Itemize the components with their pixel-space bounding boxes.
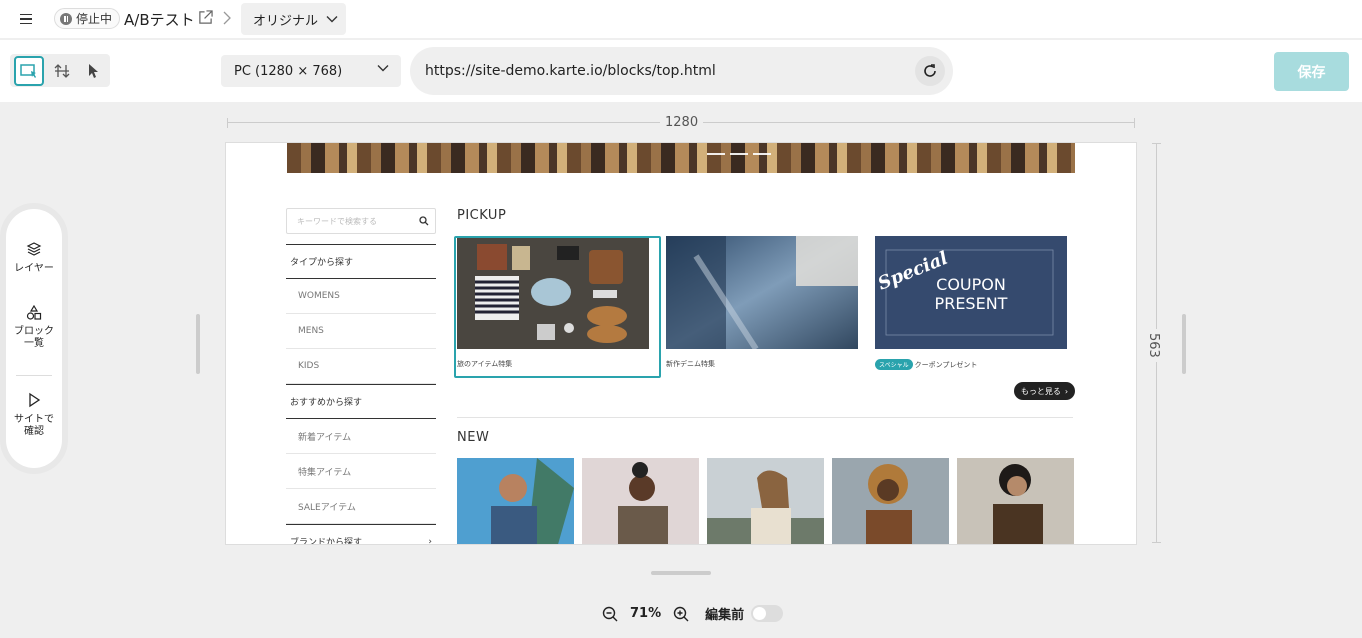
category-item[interactable]: 新着アイテム (286, 419, 436, 454)
search-placeholder: キーワードで検索する (297, 216, 377, 226)
pickup-title: PICKUP (457, 208, 507, 223)
preview-label-1: サイトで (14, 414, 54, 425)
category-label: タイプから探す (290, 258, 354, 268)
category-label: 特集アイテム (298, 467, 352, 478)
chevron-right-icon: › (428, 536, 432, 545)
pickup-caption: 新作デニム特集 (666, 360, 715, 368)
pickup-card[interactable]: Special COUPON PRESENT スペシャル クーポンプレゼント (875, 236, 1067, 370)
category-item[interactable]: WOMENS (286, 279, 436, 314)
reload-button[interactable] (915, 56, 945, 86)
zoom-in-icon[interactable] (673, 606, 689, 622)
hamburger-menu-icon[interactable] (16, 9, 36, 29)
category-label: 新着アイテム (298, 432, 352, 443)
blocks-button[interactable]: ブロック 一覧 (6, 305, 62, 350)
new-title: NEW (457, 430, 490, 445)
cursor-icon (89, 64, 98, 78)
variant-label: オリジナル (253, 13, 319, 29)
coupon-line2: PRESENT (935, 294, 1008, 313)
side-panel: レイヤー ブロック 一覧 サイトで 確認 (6, 209, 62, 468)
before-edit-label: 編集前 (705, 608, 745, 623)
variant-select[interactable]: オリジナル (241, 3, 346, 35)
url-text: https://site-demo.karte.io/blocks/top.ht… (425, 63, 716, 79)
preview-on-site-button[interactable]: サイトで 確認 (6, 392, 62, 438)
new-item-image[interactable] (832, 458, 949, 544)
top-bar: 停止中 A/Bテスト オリジナル (0, 0, 1362, 38)
resize-handle-left[interactable] (196, 314, 200, 374)
special-badge: スペシャル (875, 359, 913, 370)
zoom-controls: 71% 編集前 (602, 604, 744, 623)
category-label: WOMENS (298, 291, 340, 301)
category-item[interactable]: KIDS (286, 349, 436, 384)
reorder-tool[interactable] (47, 56, 77, 86)
save-button[interactable]: 保存 (1274, 52, 1349, 91)
editor-toolbar: PC (1280 × 768) https://site-demo.karte.… (0, 40, 1362, 102)
category-item[interactable]: MENS (286, 314, 436, 349)
site-search-input[interactable]: キーワードで検索する (286, 208, 436, 234)
new-item-image[interactable] (582, 458, 699, 544)
new-item-image[interactable] (957, 458, 1074, 544)
zoom-out-icon[interactable] (602, 606, 618, 622)
new-item-image[interactable] (707, 458, 824, 544)
hero-banner[interactable] (287, 143, 1075, 173)
sort-arrows-icon (54, 64, 70, 78)
url-field[interactable]: https://site-demo.karte.io/blocks/top.ht… (410, 47, 953, 95)
new-item-image[interactable] (457, 458, 574, 544)
chevron-right-icon: › (1064, 386, 1069, 396)
device-label: PC (1280 × 768) (234, 63, 343, 79)
preview-label-2: 確認 (24, 426, 44, 437)
category-label: KIDS (298, 361, 320, 371)
pause-icon (60, 12, 72, 25)
search-icon[interactable] (419, 216, 429, 226)
shapes-icon (26, 305, 42, 320)
category-heading[interactable]: ブランドから探す › (286, 524, 436, 544)
carousel-indicators[interactable] (707, 153, 771, 155)
category-heading[interactable]: タイプから探す (286, 244, 436, 279)
external-link-icon[interactable] (198, 10, 213, 25)
play-icon (29, 392, 41, 408)
chevron-down-icon (377, 65, 389, 72)
zoom-level: 71% (630, 606, 662, 621)
pickup-card[interactable]: 新作デニム特集 (666, 236, 858, 369)
layers-button[interactable]: レイヤー (6, 241, 62, 275)
section-divider (457, 417, 1073, 418)
breadcrumb-chevron-icon (223, 11, 231, 25)
chevron-down-icon (326, 16, 338, 23)
category-label: おすすめから探す (290, 398, 363, 408)
category-heading[interactable]: おすすめから探す (286, 384, 436, 419)
layers-icon (26, 242, 42, 256)
height-ruler: 563 (1146, 143, 1164, 543)
height-label: 563 (1146, 329, 1161, 362)
resize-handle-right[interactable] (1182, 314, 1186, 374)
resize-handle-bottom[interactable] (651, 571, 711, 575)
device-select[interactable]: PC (1280 × 768) (221, 55, 401, 87)
blocks-label-1: ブロック (14, 326, 54, 337)
test-name: A/Bテスト (124, 11, 195, 29)
select-element-tool[interactable] (14, 56, 44, 86)
status-label: 停止中 (76, 12, 113, 26)
reload-icon (924, 64, 936, 77)
pickup-caption: クーポンプレゼント (914, 360, 978, 369)
before-edit-toggle[interactable] (751, 605, 783, 622)
more-label: もっと見る (1020, 386, 1061, 396)
layers-label: レイヤー (14, 263, 54, 274)
panel-divider (16, 375, 52, 376)
width-label: 1280 (660, 115, 704, 130)
denim-image (666, 236, 858, 351)
select-box-icon (20, 64, 36, 78)
status-badge: 停止中 (54, 8, 121, 29)
coupon-line1: COUPON (936, 275, 1006, 294)
more-button[interactable]: もっと見る › (1014, 382, 1075, 400)
category-label: MENS (298, 326, 324, 336)
category-item[interactable]: 特集アイテム (286, 454, 436, 489)
coupon-banner: Special COUPON PRESENT (875, 236, 1067, 349)
pointer-tool[interactable] (78, 56, 108, 86)
category-item[interactable]: SALEアイテム (286, 489, 436, 524)
tool-group (10, 54, 110, 87)
site-preview-canvas[interactable]: キーワードで検索する タイプから探す WOMENS MENS KIDS おすすめ… (226, 143, 1136, 544)
selected-element-outline (454, 236, 661, 378)
width-ruler: 1280 (227, 115, 1135, 130)
blocks-label-2: 一覧 (24, 338, 44, 349)
category-label: SALEアイテム (298, 502, 356, 513)
category-label: ブランドから探す (290, 538, 363, 544)
